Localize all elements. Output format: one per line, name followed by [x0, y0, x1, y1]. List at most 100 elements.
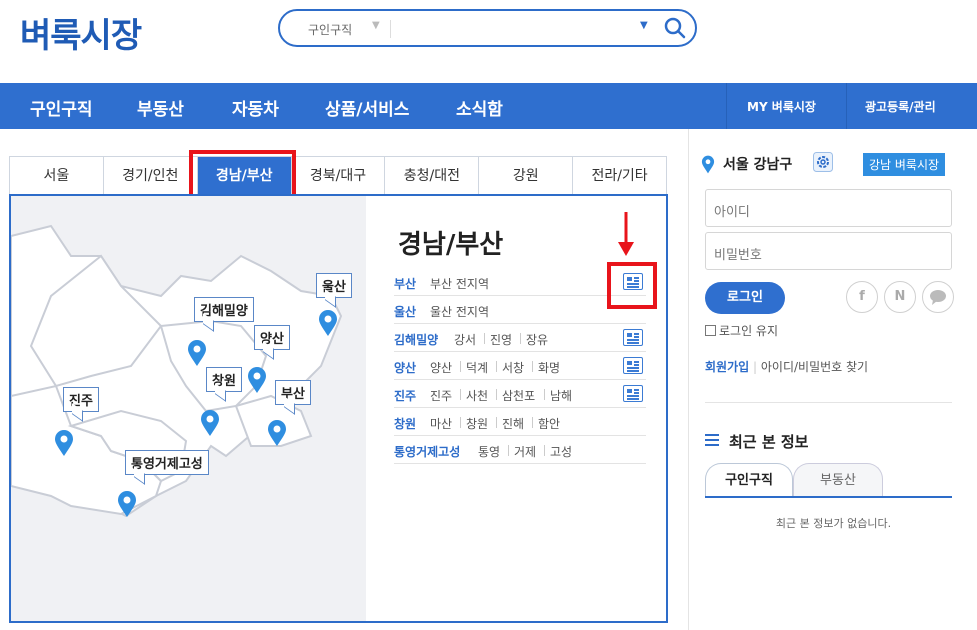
region-sub-link[interactable]: 창원 — [466, 415, 488, 432]
region-sub-link[interactable]: 삼천포 — [502, 387, 535, 404]
region-row-name[interactable]: 양산 — [394, 359, 416, 376]
map-pin-icon[interactable] — [200, 409, 220, 437]
region-sub-link[interactable]: 서창 — [502, 359, 524, 376]
region-row[interactable]: 창원 마산 창원 진해 함안 — [394, 408, 646, 436]
login-button[interactable]: 로그인 — [705, 282, 785, 314]
map-pin-icon[interactable] — [54, 429, 74, 457]
nav-my-button[interactable]: MY 벼룩시장 — [747, 98, 816, 115]
nav-divider — [846, 83, 847, 129]
gear-icon[interactable] — [813, 152, 833, 172]
naver-login-icon[interactable]: N — [884, 281, 916, 313]
region-sub-link[interactable]: 사천 — [466, 387, 488, 404]
search-dropdown-icon[interactable]: ▼ — [640, 20, 648, 31]
tab-gangwon[interactable]: 강원 — [479, 157, 574, 194]
map-label-yangsan[interactable]: 양산 — [254, 325, 290, 350]
logo[interactable]: 벼룩시장 — [20, 8, 142, 57]
recent-tab-realestate[interactable]: 부동산 — [793, 463, 883, 497]
region-sub-link[interactable]: 진해 — [502, 415, 524, 432]
region-sub-link[interactable]: 통영 — [478, 443, 500, 460]
region-sub-link[interactable]: 진주 — [430, 387, 452, 404]
region-row-name[interactable]: 통영거제고성 — [394, 443, 460, 460]
tab-seoul[interactable]: 서울 — [10, 157, 104, 194]
region-row-name[interactable]: 울산 — [394, 303, 416, 320]
map-label-ulsan[interactable]: 울산 — [316, 273, 352, 298]
join-link[interactable]: 회원가입 — [705, 360, 749, 374]
region-row[interactable]: 양산 양산 덕계 서창 화명 — [394, 352, 646, 380]
tab-jeolla[interactable]: 전라/기타 — [573, 157, 666, 194]
map-label-jinju[interactable]: 진주 — [63, 387, 99, 412]
local-market-badge[interactable]: 강남 벼룩시장 — [863, 153, 946, 176]
tab-chungcheong[interactable]: 충청/대전 — [385, 157, 480, 194]
category-dropdown-icon[interactable]: ▼ — [372, 20, 380, 31]
sub-separator — [496, 361, 497, 372]
sub-separator — [544, 389, 545, 400]
newspaper-icon[interactable] — [623, 357, 643, 374]
recent-tab-jobs[interactable]: 구인구직 — [705, 463, 793, 497]
region-row-name[interactable]: 진주 — [394, 387, 416, 404]
sub-separator — [544, 445, 545, 456]
region-tabs: 서울 경기/인천 경남/부산 경북/대구 충청/대전 강원 전라/기타 — [9, 156, 667, 194]
region-sub-link[interactable]: 남해 — [550, 387, 572, 404]
map-label-busan[interactable]: 부산 — [275, 380, 311, 405]
sub-separator — [496, 417, 497, 428]
region-row[interactable]: 진주 진주 사천 삼천포 남해 — [394, 380, 646, 408]
menu-icon — [705, 434, 719, 446]
password-input[interactable]: 비밀번호 — [705, 232, 952, 270]
map-label-gimhae[interactable]: 김해밀양 — [194, 297, 254, 322]
sidebar-divider — [705, 402, 952, 403]
nav-item-jobs[interactable]: 구인구직 — [30, 95, 93, 120]
facebook-login-icon[interactable]: f — [846, 281, 878, 313]
checkbox-icon[interactable] — [705, 325, 716, 336]
kakao-login-icon[interactable] — [922, 281, 954, 313]
region-sub-link[interactable]: 양산 — [430, 359, 452, 376]
region-sub-link[interactable]: 장유 — [526, 331, 548, 348]
tab-gyeonggi[interactable]: 경기/인천 — [104, 157, 198, 194]
sub-separator — [496, 389, 497, 400]
region-row-name[interactable]: 창원 — [394, 415, 416, 432]
region-sub-link[interactable]: 화명 — [538, 359, 560, 376]
newspaper-icon[interactable] — [623, 385, 643, 402]
region-row-name[interactable]: 부산 — [394, 275, 416, 292]
tab-gyeongbuk[interactable]: 경북/대구 — [292, 157, 386, 194]
region-sub-link[interactable]: 거제 — [514, 443, 536, 460]
nav-ad-manage-button[interactable]: 광고등록/관리 — [865, 98, 936, 115]
map-label-changwon[interactable]: 창원 — [206, 367, 242, 392]
nav-item-cars[interactable]: 자동차 — [232, 95, 279, 120]
keep-login-checkbox[interactable]: 로그인 유지 — [705, 322, 778, 339]
sub-separator — [460, 389, 461, 400]
region-sub-link[interactable]: 덕계 — [466, 359, 488, 376]
nav-item-goods[interactable]: 상품/서비스 — [325, 95, 409, 120]
region-sub-link[interactable]: 고성 — [550, 443, 572, 460]
region-sub-link[interactable]: 부산 전지역 — [430, 275, 489, 292]
newspaper-icon[interactable] — [623, 329, 643, 346]
location-pin-icon — [701, 155, 715, 174]
search-icon[interactable] — [662, 15, 688, 41]
map-label-tongyeong[interactable]: 통영거제고성 — [125, 450, 209, 475]
search-category-select[interactable]: 구인구직 — [308, 21, 352, 38]
region-sub-link[interactable]: 함안 — [538, 415, 560, 432]
red-arrow-icon — [618, 212, 634, 256]
sidebar: 서울 강남구 강남 벼룩시장 아이디 비밀번호 로그인 f N 로그인 유지 회… — [688, 129, 977, 630]
map-pin-icon[interactable] — [117, 490, 137, 518]
nav-item-realestate[interactable]: 부동산 — [137, 95, 184, 120]
region-sub-link[interactable]: 마산 — [430, 415, 452, 432]
region-sub-link[interactable]: 진영 — [490, 331, 512, 348]
recent-empty-message: 최근 본 정보가 없습니다. — [775, 517, 892, 530]
search-divider — [390, 20, 391, 38]
recent-tab-underline — [705, 496, 952, 498]
location-text: 서울 강남구 — [723, 157, 793, 173]
region-row[interactable]: 김해밀양 강서 진영 장유 — [394, 324, 646, 352]
map-pin-icon[interactable] — [187, 339, 207, 367]
nav-item-news[interactable]: 소식함 — [456, 95, 503, 120]
region-row-name[interactable]: 김해밀양 — [394, 331, 438, 348]
region-sub-link[interactable]: 강서 — [454, 331, 476, 348]
search-input[interactable] — [398, 17, 628, 41]
map-pin-icon[interactable] — [267, 419, 287, 447]
region-sub-link[interactable]: 울산 전지역 — [430, 303, 489, 320]
map-pin-icon[interactable] — [318, 309, 338, 337]
find-account-link[interactable]: 아이디/비밀번호 찾기 — [761, 360, 868, 374]
map-pin-icon[interactable] — [247, 366, 267, 394]
highlight-box — [607, 262, 657, 309]
region-row[interactable]: 통영거제고성 통영 거제 고성 — [394, 436, 646, 464]
id-input[interactable]: 아이디 — [705, 189, 952, 227]
